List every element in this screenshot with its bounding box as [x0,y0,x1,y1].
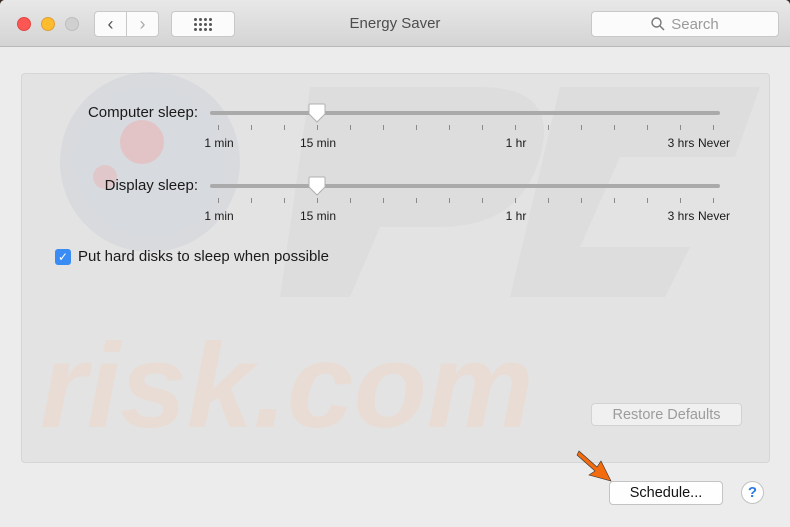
title-bar: ‹ › Energy Saver Search [0,0,790,47]
slider-tick [680,198,681,203]
restore-defaults-button[interactable]: Restore Defaults [591,403,742,426]
slider-tick [218,198,219,203]
checkmark-icon: ✓ [57,250,69,264]
slider-tick [251,125,252,130]
computer-sleep-slider-track[interactable] [210,111,720,115]
schedule-button[interactable]: Schedule... [609,481,723,505]
slider-tick [416,125,417,130]
slider-tick-label: 1 min [204,209,234,223]
slider-tick [251,198,252,203]
slider-tick-label: 1 hr [505,209,527,223]
display-sleep-slider-track[interactable] [210,184,720,188]
orange-pointer-arrow-icon [576,450,612,482]
slider-tick [581,198,582,203]
slider-tick [713,198,714,203]
search-placeholder: Search [671,15,719,33]
slider-tick [350,125,351,130]
slider-tick-label: 3 hrs [667,209,695,223]
display-sleep-label: Display sleep: [104,177,198,194]
slider-tick [614,125,615,130]
slider-tick-label: Never [697,136,731,150]
slider-tick-label: 15 min [299,209,337,223]
slider-tick [317,125,318,130]
slider-tick [449,198,450,203]
slider-tick [647,198,648,203]
slider-tick [614,198,615,203]
slider-tick-label: 1 min [204,136,234,150]
computer-sleep-label: Computer sleep: [87,104,198,121]
slider-tick [383,125,384,130]
slider-tick [548,125,549,130]
slider-tick [515,125,516,130]
slider-tick-label: Never [697,209,731,223]
hard-disk-sleep-label[interactable]: Put hard disks to sleep when possible [78,248,329,265]
slider-tick [284,125,285,130]
slider-tick [350,198,351,203]
hard-disk-sleep-checkbox[interactable]: ✓ [55,249,71,265]
slider-tick [482,198,483,203]
slider-tick [647,125,648,130]
slider-tick [713,125,714,130]
slider-tick [383,198,384,203]
display-sleep-slider-thumb[interactable] [307,176,327,196]
slider-tick [449,125,450,130]
help-button[interactable]: ? [741,481,764,504]
search-icon [651,17,665,31]
slider-tick [317,198,318,203]
slider-tick [416,198,417,203]
slider-tick-label: 15 min [299,136,337,150]
slider-tick [482,125,483,130]
slider-tick [581,125,582,130]
search-field[interactable]: Search [591,11,779,37]
slider-tick [218,125,219,130]
slider-tick [680,125,681,130]
slider-tick-label: 1 hr [505,136,527,150]
slider-tick [284,198,285,203]
slider-tick [548,198,549,203]
energy-saver-window: ‹ › Energy Saver Search risk.com Compute… [0,0,790,527]
slider-tick-label: 3 hrs [667,136,695,150]
slider-tick [515,198,516,203]
computer-sleep-slider-thumb[interactable] [307,103,327,123]
